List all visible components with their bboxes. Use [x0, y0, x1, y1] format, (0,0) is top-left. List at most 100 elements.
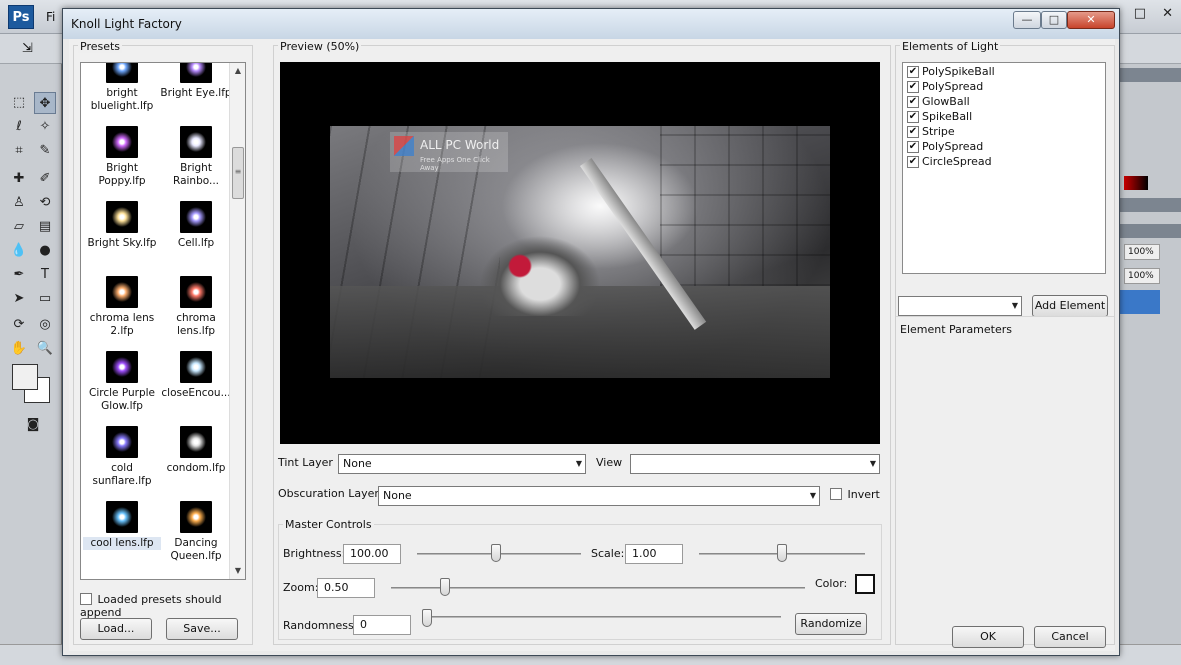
move-tool-icon[interactable]: ⇲: [22, 41, 33, 56]
preset-item[interactable]: Bright Eye.lfp: [157, 63, 235, 100]
opacity-field[interactable]: 100%: [1124, 244, 1160, 260]
selected-layer[interactable]: [1120, 290, 1160, 314]
path-selection-tool-icon[interactable]: ➤: [8, 288, 30, 310]
obscuration-layer-label: Obscuration Layer: [278, 487, 379, 500]
color-label: Color:: [815, 577, 848, 590]
element-row[interactable]: ✔ GlowBall: [907, 95, 970, 109]
cancel-button[interactable]: Cancel: [1034, 626, 1106, 648]
element-row[interactable]: ✔ PolySpread: [907, 80, 983, 94]
preset-item[interactable]: chroma lens.lfp: [157, 276, 235, 338]
eyedropper-tool-icon[interactable]: ✎: [34, 140, 56, 162]
photoshop-close-button[interactable]: ✕: [1162, 6, 1173, 21]
zoom-tool-icon[interactable]: 🔍: [34, 338, 56, 360]
preset-item[interactable]: Dancing Queen.lfp: [157, 501, 235, 563]
element-checkbox[interactable]: ✔: [907, 96, 919, 108]
photoshop-menu-file[interactable]: Fi: [46, 10, 55, 24]
invert-checkbox[interactable]: [830, 488, 842, 500]
brightness-field[interactable]: 100.00: [343, 544, 401, 564]
foreground-color-swatch[interactable]: [12, 364, 38, 390]
dodge-tool-icon[interactable]: ●: [34, 240, 56, 262]
preset-item[interactable]: cool lens.lfp: [83, 501, 161, 550]
healing-tool-icon[interactable]: ✚: [8, 168, 30, 190]
gradient-tool-icon[interactable]: ▤: [34, 216, 56, 238]
obscuration-layer-select[interactable]: None ▼: [378, 486, 820, 506]
element-parameters-panel: Element Parameters: [896, 316, 1114, 644]
element-checkbox[interactable]: ✔: [907, 141, 919, 153]
preview-canvas[interactable]: ALL PC World Free Apps One Click Away: [280, 62, 880, 444]
blur-tool-icon[interactable]: 💧: [8, 240, 30, 262]
elements-list[interactable]: ✔ PolySpikeBall ✔ PolySpread ✔ GlowBall ✔ Spike…: [902, 62, 1106, 274]
randomness-slider[interactable]: [427, 616, 781, 618]
preset-item[interactable]: condom.lfp: [157, 426, 235, 475]
append-presets-checkbox[interactable]: [80, 593, 92, 605]
brightness-slider-thumb[interactable]: [490, 544, 501, 562]
pen-tool-icon[interactable]: ✒: [8, 264, 30, 286]
3d-orbit-tool-icon[interactable]: ◎: [34, 314, 56, 336]
scroll-down-icon[interactable]: ▼: [230, 563, 245, 579]
crop-tool-icon[interactable]: ⌗: [8, 140, 30, 162]
magic-wand-tool-icon[interactable]: ✧: [34, 116, 56, 138]
photoshop-logo-icon: Ps: [8, 5, 34, 29]
append-presets-option[interactable]: Loaded presets should append: [80, 592, 252, 619]
element-checkbox[interactable]: ✔: [907, 81, 919, 93]
load-button[interactable]: Load...: [80, 618, 152, 640]
minimize-button[interactable]: —: [1013, 11, 1041, 29]
preset-item[interactable]: Bright Rainbo...: [157, 126, 235, 188]
preset-item[interactable]: Cell.lfp: [157, 201, 235, 250]
randomize-button[interactable]: Randomize: [795, 613, 867, 635]
fill-field[interactable]: 100%: [1124, 268, 1160, 284]
element-checkbox[interactable]: ✔: [907, 111, 919, 123]
element-checkbox[interactable]: ✔: [907, 156, 919, 168]
preset-item[interactable]: bright bluelight.lfp: [83, 63, 161, 113]
presets-list[interactable]: bright bluelight.lfp Bright Eye.lfp Bright…: [80, 62, 246, 580]
photoshop-restore-button[interactable]: □: [1134, 6, 1146, 21]
element-row[interactable]: ✔ PolySpread: [907, 140, 983, 154]
photoshop-panels: 100% 100%: [1120, 64, 1181, 644]
lasso-tool-icon[interactable]: ℓ: [8, 116, 30, 138]
presets-scrollbar[interactable]: ▲ ≡ ▼: [229, 63, 245, 579]
element-row[interactable]: ✔ PolySpikeBall: [907, 65, 995, 79]
color-swatch[interactable]: [855, 574, 875, 594]
shape-tool-icon[interactable]: ▭: [34, 288, 56, 310]
element-checkbox[interactable]: ✔: [907, 66, 919, 78]
element-type-select[interactable]: ▼: [898, 296, 1022, 316]
chevron-down-icon: ▼: [1011, 301, 1018, 310]
element-checkbox[interactable]: ✔: [907, 126, 919, 138]
quick-mask-icon[interactable]: ◙: [22, 414, 44, 436]
ok-button[interactable]: OK: [952, 626, 1024, 648]
preset-item[interactable]: Circle Purple Glow.lfp: [83, 351, 161, 413]
maximize-button[interactable]: □: [1041, 11, 1067, 29]
preset-item[interactable]: closeEncou...: [157, 351, 235, 400]
zoom-slider[interactable]: [391, 587, 805, 589]
preset-item[interactable]: cold sunflare.lfp: [83, 426, 161, 488]
zoom-slider-thumb[interactable]: [439, 578, 450, 596]
eraser-tool-icon[interactable]: ▱: [8, 216, 30, 238]
preset-item[interactable]: Bright Sky.lfp: [83, 201, 161, 250]
preset-item[interactable]: Bright Poppy.lfp: [83, 126, 161, 188]
brush-tool-icon[interactable]: ✐: [34, 168, 56, 190]
preset-item[interactable]: chroma lens 2.lfp: [83, 276, 161, 338]
scroll-thumb[interactable]: ≡: [232, 147, 244, 199]
type-tool-icon[interactable]: T: [34, 264, 56, 286]
move-tool-icon[interactable]: ✥: [34, 92, 56, 114]
3d-rotate-tool-icon[interactable]: ⟳: [8, 314, 30, 336]
view-select[interactable]: ▼: [630, 454, 880, 474]
scale-field[interactable]: 1.00: [625, 544, 683, 564]
zoom-field[interactable]: 0.50: [317, 578, 375, 598]
element-row[interactable]: ✔ CircleSpread: [907, 155, 992, 169]
history-brush-tool-icon[interactable]: ⟲: [34, 192, 56, 214]
randomness-slider-thumb[interactable]: [422, 609, 432, 627]
save-button[interactable]: Save...: [166, 618, 238, 640]
scroll-up-icon[interactable]: ▲: [230, 63, 245, 79]
element-row[interactable]: ✔ Stripe: [907, 125, 955, 139]
scale-slider-thumb[interactable]: [777, 544, 787, 562]
randomness-field[interactable]: 0: [353, 615, 411, 635]
hand-tool-icon[interactable]: ✋: [8, 338, 30, 360]
marquee-tool-icon[interactable]: ⬚: [8, 92, 30, 114]
invert-option[interactable]: Invert: [830, 487, 880, 501]
tint-layer-select[interactable]: None ▼: [338, 454, 586, 474]
element-row[interactable]: ✔ SpikeBall: [907, 110, 972, 124]
close-button[interactable]: ✕: [1067, 11, 1115, 29]
stamp-tool-icon[interactable]: ♙: [8, 192, 30, 214]
add-element-button[interactable]: Add Element: [1032, 295, 1108, 317]
